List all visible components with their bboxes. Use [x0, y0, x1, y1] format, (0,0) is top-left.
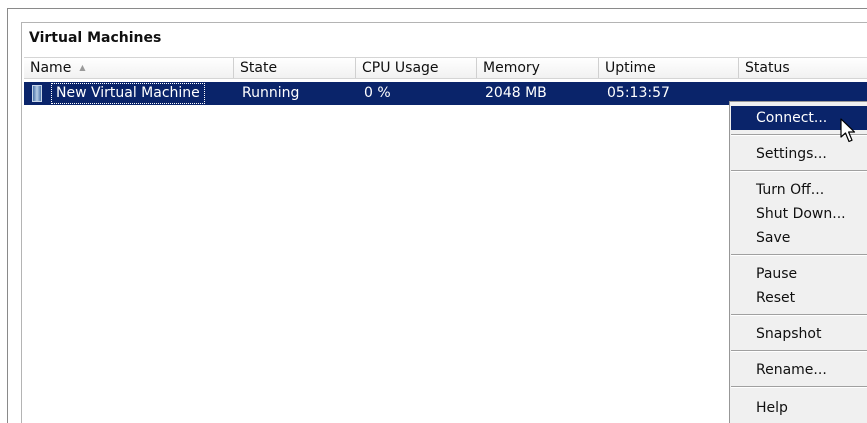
column-header-uptime[interactable]: Uptime	[599, 58, 739, 78]
menu-item-help[interactable]: Help	[731, 396, 867, 420]
menu-separator	[731, 350, 867, 352]
menu-item-settings[interactable]: Settings...	[731, 142, 867, 166]
mouse-pointer-icon	[840, 118, 856, 143]
menu-separator	[731, 254, 867, 256]
column-header-state[interactable]: State	[234, 58, 356, 78]
context-menu: Connect... Settings... Turn Off... Shut …	[729, 101, 867, 423]
column-header-name[interactable]: Name ▲	[24, 58, 234, 78]
menu-separator	[731, 314, 867, 316]
menu-separator	[731, 386, 867, 388]
column-header-memory[interactable]: Memory	[477, 58, 599, 78]
hyper-v-manager-window: Virtual Machines Name ▲ State CPU Usage M…	[0, 0, 867, 423]
column-header-cpu-usage[interactable]: CPU Usage	[356, 58, 477, 78]
menu-item-reset[interactable]: Reset	[731, 286, 867, 310]
vm-uptime-cell[interactable]: 05:13:57	[607, 82, 670, 105]
menu-separator	[731, 170, 867, 172]
column-header-status[interactable]: Status	[739, 58, 867, 78]
menu-item-turn-off[interactable]: Turn Off...	[731, 178, 867, 202]
vm-memory-cell[interactable]: 2048 MB	[485, 82, 547, 105]
column-header-name-label: Name	[30, 60, 72, 76]
vm-state-cell[interactable]: Running	[242, 82, 299, 105]
menu-item-shut-down[interactable]: Shut Down...	[731, 202, 867, 226]
panel-title: Virtual Machines	[29, 30, 162, 46]
sort-ascending-icon: ▲	[79, 63, 86, 72]
menu-item-pause[interactable]: Pause	[731, 262, 867, 286]
vm-cpu-cell[interactable]: 0 %	[364, 82, 391, 105]
menu-item-save[interactable]: Save	[731, 226, 867, 250]
menu-item-snapshot[interactable]: Snapshot	[731, 322, 867, 346]
vm-name-cell[interactable]: New Virtual Machine	[51, 83, 205, 104]
column-header-row: Name ▲ State CPU Usage Memory Uptime Stat…	[24, 57, 867, 79]
menu-item-rename[interactable]: Rename...	[731, 358, 867, 382]
virtual-machine-icon	[32, 85, 42, 102]
